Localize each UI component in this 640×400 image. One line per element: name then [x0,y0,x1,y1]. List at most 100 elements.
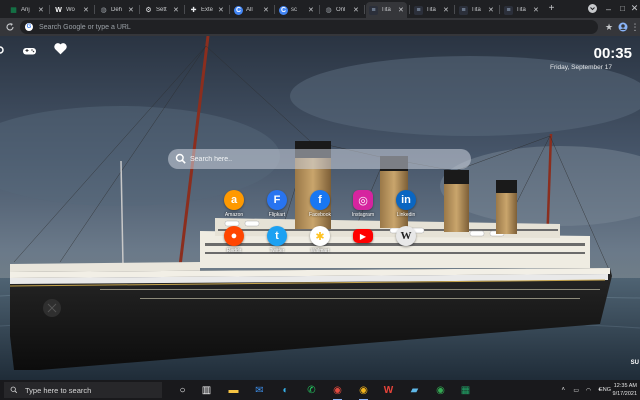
battery-icon[interactable]: ▭ [573,387,579,394]
shortcut-linkedin[interactable]: in Linkedin [386,190,426,218]
whatsapp-icon[interactable]: ✆ [305,383,318,397]
browser-menu-button[interactable]: ⋮ [629,21,640,33]
close-window-button[interactable]: ✕ [629,3,640,14]
shortcut-label: Instagram [351,212,375,218]
shortcut-wikipedia[interactable]: W [386,226,426,248]
page-search-input[interactable] [190,155,450,163]
shortcut-label: Linkedin [396,212,416,218]
close-tab-icon[interactable]: ✕ [218,6,224,14]
address-bar[interactable]: G Search Google or type a URL [20,20,598,34]
new-tab-button[interactable]: + [546,3,557,14]
chevron-up-icon[interactable]: ˄ [561,387,565,393]
browser-tab[interactable]: ≡ Tita ✕ [411,2,452,18]
shortcut-amazon[interactable]: a Amazon [214,190,254,218]
browser-tab-title: Tita [516,7,526,13]
settings-gear-icon[interactable] [0,43,7,59]
shortcut-walmart[interactable]: ✱ Walmart [300,226,340,254]
close-tab-icon[interactable]: ✕ [353,6,359,14]
tab-separator [319,5,320,14]
chrome-alt-icon[interactable]: ◉ [434,383,447,397]
tab-separator [454,5,455,14]
tab-separator [364,5,365,14]
browser-tab[interactable]: ≡ Tita ✕ [501,2,542,18]
tab-separator [499,5,500,14]
reload-button[interactable] [3,20,17,34]
close-tab-icon[interactable]: ✕ [128,6,134,14]
taskbar-search-box[interactable]: Type here to search [4,382,162,398]
wikipedia-icon: W [396,226,416,246]
browser-tab-title: Sett [156,7,167,13]
browser-tab[interactable]: W Wo ✕ [51,2,92,18]
edge-icon[interactable]: ◐ [279,383,292,397]
c-icon: C [279,5,288,15]
shortcut-facebook[interactable]: f Facebook [300,190,340,218]
tab-search-button[interactable] [588,4,597,13]
tab-separator [274,5,275,14]
tab-separator [409,5,410,14]
language-indicator[interactable]: ENG [599,387,611,393]
browser-tab-title: Tita [381,7,391,13]
amazon-icon: a [224,190,244,210]
shortcut-flipkart[interactable]: F Flipkart [257,190,297,218]
bookmark-star-icon[interactable]: ★ [603,21,615,33]
clock-date: Friday, September 17 [549,64,612,71]
heart-icon[interactable] [53,42,68,58]
c-icon: C [234,5,243,15]
gamepad-icon[interactable] [22,44,37,60]
close-tab-icon[interactable]: ✕ [173,6,179,14]
reload-icon [6,23,14,31]
new-tab-page: 00:35 Friday, September 17 a Amazon F Flipk… [0,36,640,380]
minimize-button[interactable]: – [603,3,614,14]
globe-icon: ◍ [325,7,332,14]
browser-toolbar: G Search Google or type a URL ★ ⋮ [0,18,640,36]
browser-tab[interactable]: ✚ Exte ✕ [186,2,227,18]
close-tab-icon[interactable]: ✕ [263,6,269,14]
browser-tab[interactable]: ⚙ Sett ✕ [141,2,182,18]
tab-separator [229,5,230,14]
browser-tab[interactable]: ▦ Anj ✕ [6,2,47,18]
close-tab-icon[interactable]: ✕ [38,6,44,14]
browser-tab-title: All [246,7,253,13]
maximize-button[interactable]: □ [617,3,628,14]
search-circle-icon[interactable]: ○ [176,383,189,397]
browser-tab[interactable]: ◍ Deh ✕ [96,2,137,18]
shortcut-youtube[interactable]: ▶ [343,226,383,245]
shortcut-twitter[interactable]: t Twitter [257,226,297,254]
corner-label: SU [630,360,639,366]
twitter-icon: t [267,226,287,246]
excel-icon[interactable]: ▦ [459,383,472,397]
shortcut-label: Twitter [269,248,285,254]
close-tab-icon[interactable]: ✕ [398,6,404,14]
browser-tab[interactable]: ≡ Tita ✕ [456,2,497,18]
wifi-icon[interactable]: ◠ [586,387,591,394]
chrome-icon[interactable]: ◉ [357,383,370,400]
close-tab-icon[interactable]: ✕ [443,6,449,14]
browser-tab[interactable]: ◍ Onl ✕ [321,2,362,18]
file-explorer-icon[interactable]: ▬ [227,383,240,397]
close-tab-icon[interactable]: ✕ [533,6,539,14]
chrome-red-icon[interactable]: ◉ [331,383,344,400]
tab-separator [94,5,95,14]
taskbar-time: 12:35 AM [613,383,637,389]
browser-tab-title: Exte [201,7,214,13]
instagram-icon: ◎ [353,190,373,210]
browser-tab[interactable]: ≡ Tita ✕ [366,2,407,18]
wps-icon[interactable]: W [382,383,395,397]
notes-icon[interactable]: ▰ [408,383,421,397]
task-view-icon[interactable]: ▥ [200,383,213,397]
shortcut-label: Amazon [224,212,244,218]
page-search-bar[interactable] [168,149,471,169]
mail-icon[interactable]: ✉ [253,383,266,397]
reddit-icon: ● [224,226,244,246]
close-tab-icon[interactable]: ✕ [488,6,494,14]
close-tab-icon[interactable]: ✕ [83,6,89,14]
shortcut-instagram[interactable]: ◎ Instagram [343,190,383,218]
close-tab-icon[interactable]: ✕ [308,6,314,14]
browser-tab-title: Anj [21,7,30,13]
profile-avatar[interactable] [617,21,629,33]
browser-tab[interactable]: C All ✕ [231,2,272,18]
flipkart-icon: F [267,190,287,210]
shortcut-reddit[interactable]: ● Reddit [214,226,254,254]
browser-tab[interactable]: Csc ✕ [276,2,317,18]
taskbar-clock[interactable]: 12:35 AM 9/17/2021 [613,382,637,398]
